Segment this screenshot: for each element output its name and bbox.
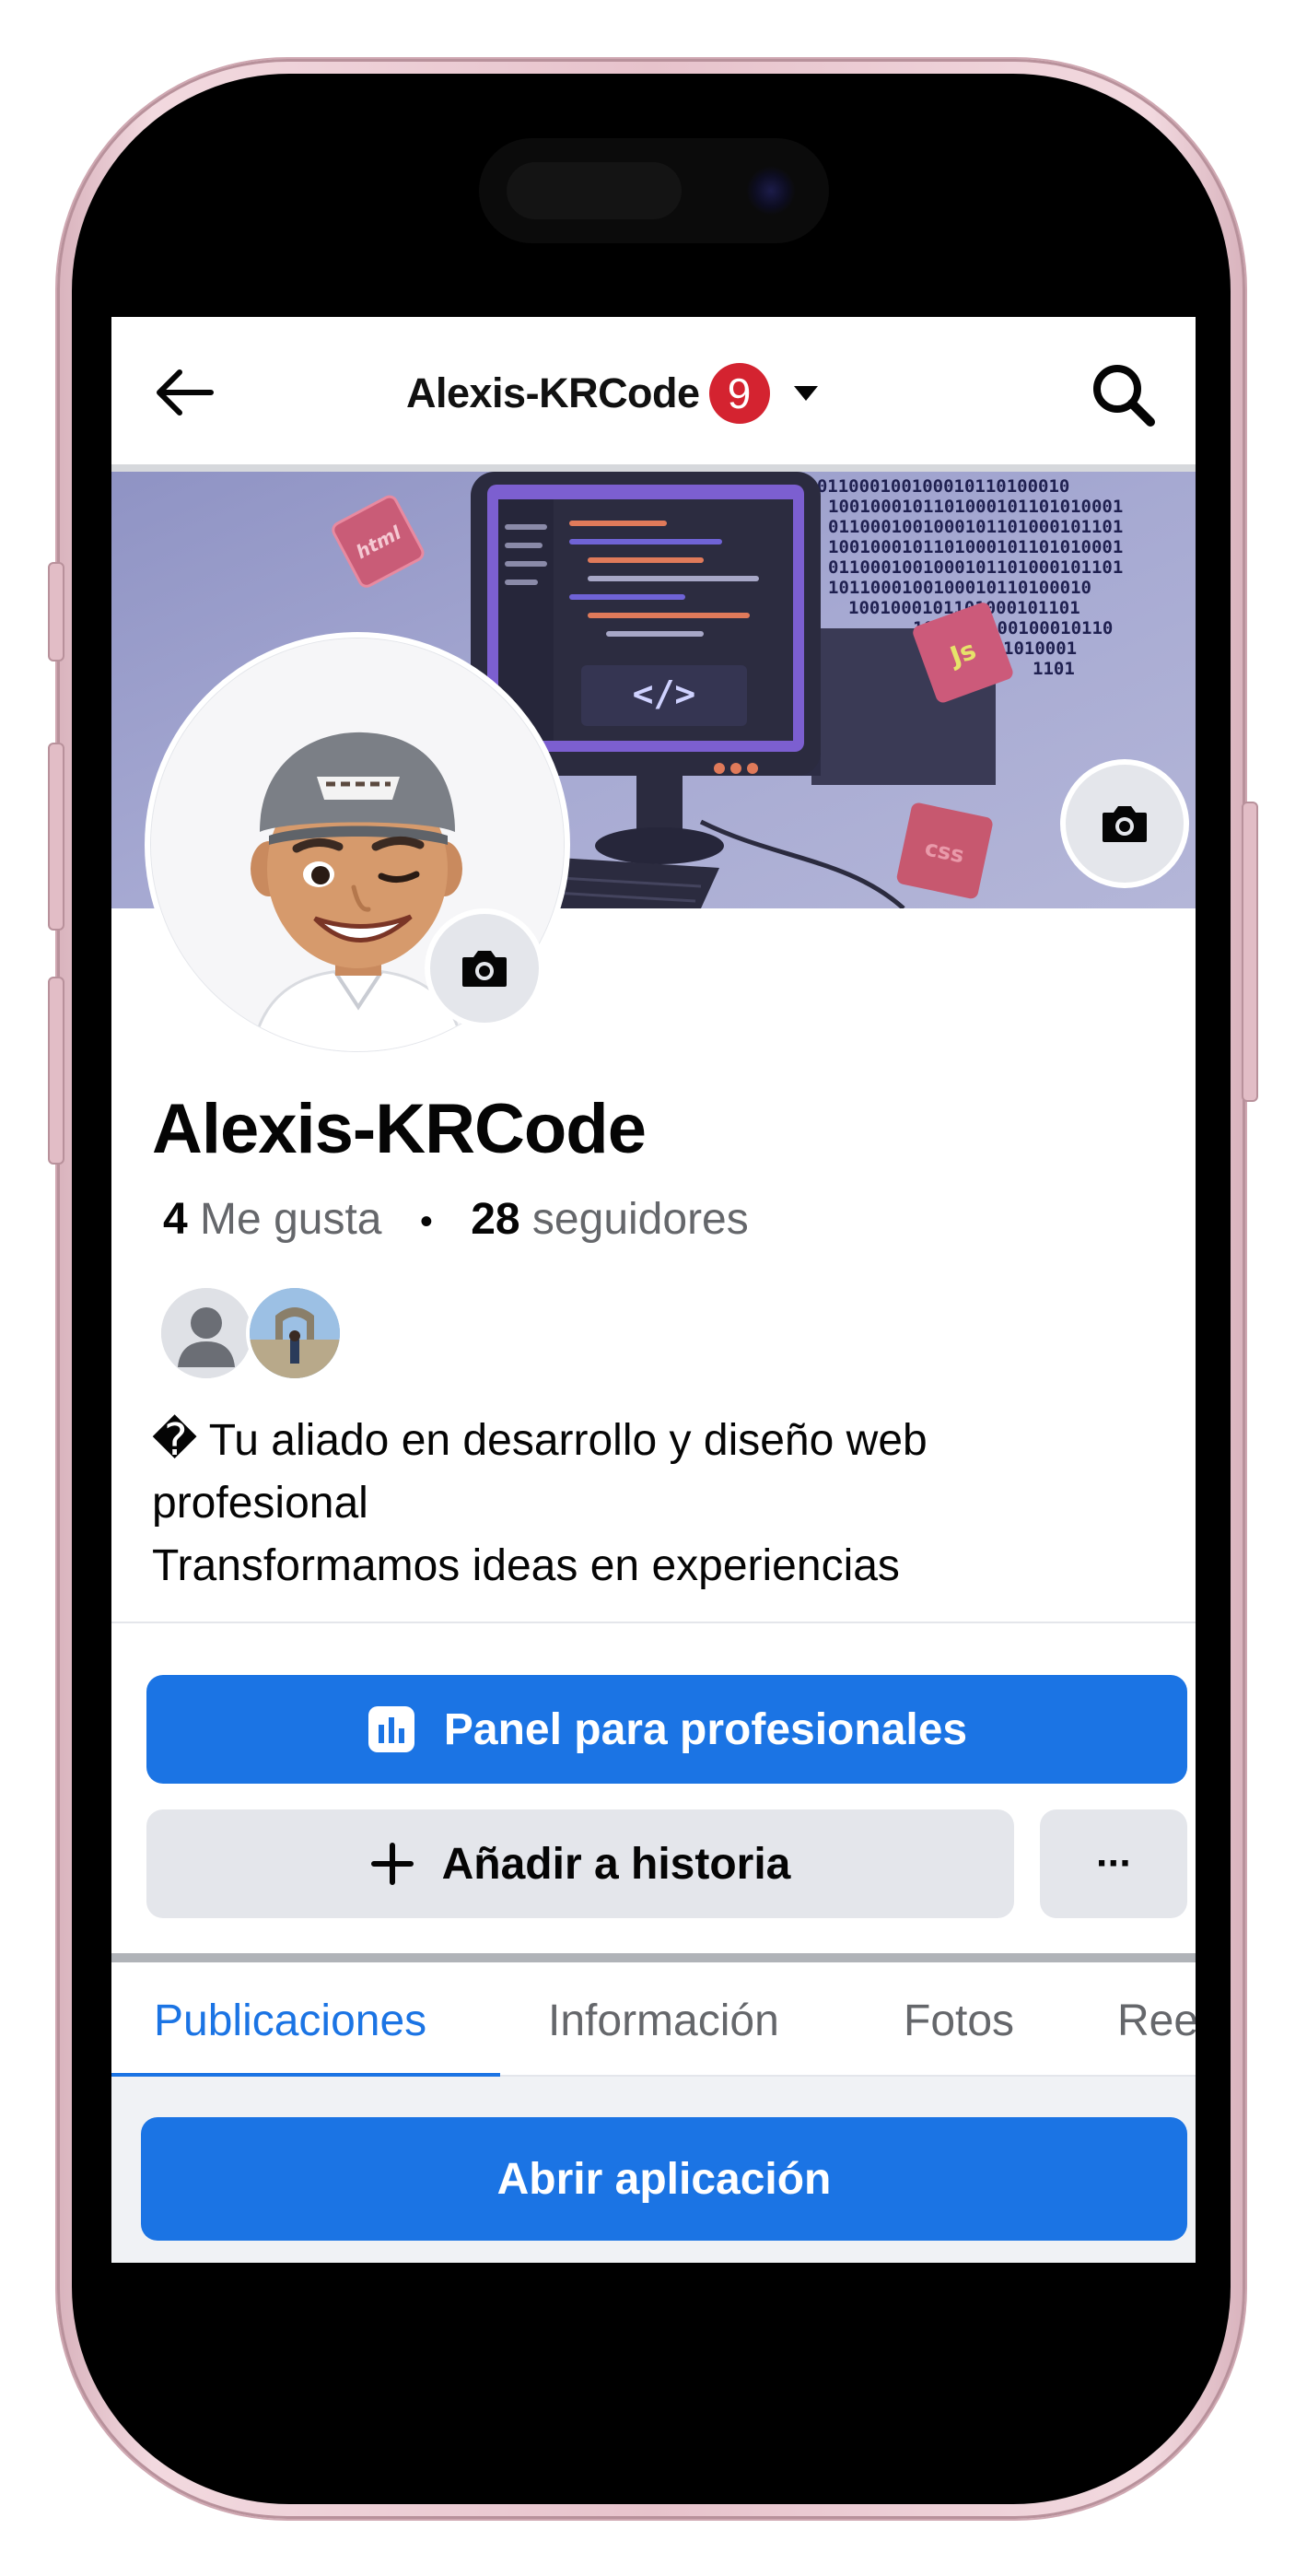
monument-photo-icon [250,1288,340,1378]
followers-count: 28 [471,1195,520,1244]
arrow-left-icon[interactable] [152,365,216,420]
profile-tabs: Publicaciones Información Fotos Reels [111,1962,1196,2077]
code-symbol: </> [633,673,696,714]
more-options-button[interactable]: ··· [1040,1809,1187,1918]
notification-badge: 9 [708,363,770,424]
binary-text: 1001000101101000101101010001 [828,537,1123,557]
add-story-button[interactable]: Añadir a historia [146,1809,1014,1918]
camera-icon [1103,806,1147,842]
app-screen: Alexis-KRCode 9 110001001010110001001000… [111,317,1196,2263]
professional-panel-label: Panel para profesionales [443,1704,968,1754]
volume-up-button [48,743,64,931]
bio-line: Transformamos ideas en experiencias [152,1541,900,1590]
chart-icon [367,1704,416,1754]
likes-count: 4 [163,1195,188,1244]
binary-text: 1101 [1033,659,1075,679]
binary-text: 1001000101101000101101010001 [828,497,1123,517]
cover-camera-button[interactable] [1066,765,1184,883]
binary-text: 1011000100100010110100010 [828,578,1091,598]
bio-line: profesional [152,1479,368,1528]
camera-icon [462,951,507,987]
page-switcher-name: Alexis-KRCode [406,369,700,416]
top-bar-divider [111,464,1196,472]
bio-line: � Tu aliado en desarrollo y diseño web [152,1416,928,1465]
page-switcher[interactable]: Alexis-KRCode 9 [406,363,820,424]
power-button [1242,802,1258,1102]
avatar-camera-button[interactable] [430,914,539,1023]
profile-name: Alexis-KRCode [152,1090,647,1168]
binary-text: 0110001001000101101000101101 [828,557,1123,578]
section-divider [111,1953,1196,1962]
top-bar: Alexis-KRCode 9 [111,317,1196,464]
followers-label[interactable]: seguidores [532,1195,749,1244]
binary-text: 1010001 [1003,638,1077,659]
likes-label[interactable]: Me gusta [200,1195,381,1244]
tab-fotos[interactable]: Fotos [904,1996,1014,2046]
default-user-icon [161,1288,251,1378]
caret-down-icon [793,386,818,401]
dynamic-island [479,138,829,243]
more-icon: ··· [1096,1841,1133,1886]
front-camera-icon [746,166,796,216]
tab-publicaciones[interactable]: Publicaciones [154,1996,426,2046]
avatar[interactable] [246,1284,344,1382]
plus-icon [370,1842,414,1886]
binary-text: 0110001001000101101000101101 [828,517,1123,537]
tab-reels[interactable]: Reels [1117,1996,1196,2046]
follower-avatars[interactable] [158,1284,360,1386]
open-app-label: Abrir aplicación [496,2154,832,2204]
volume-down-button [48,977,64,1165]
profile-stats: 4 Me gusta • 28 seguidores [163,1194,749,1245]
add-story-label: Añadir a historia [441,1839,791,1889]
island-sensor [507,162,682,219]
open-app-button[interactable]: Abrir aplicación [141,2117,1187,2241]
action-button [48,562,64,662]
profile-bio: � Tu aliado en desarrollo y diseño web p… [152,1410,1156,1598]
search-icon[interactable] [1088,359,1158,429]
section-divider [111,1622,1196,1623]
professional-panel-button[interactable]: Panel para profesionales [146,1675,1187,1784]
tab-informacion[interactable]: Información [548,1996,779,2046]
avatar[interactable] [158,1284,255,1382]
stats-separator: • [419,1201,433,1242]
